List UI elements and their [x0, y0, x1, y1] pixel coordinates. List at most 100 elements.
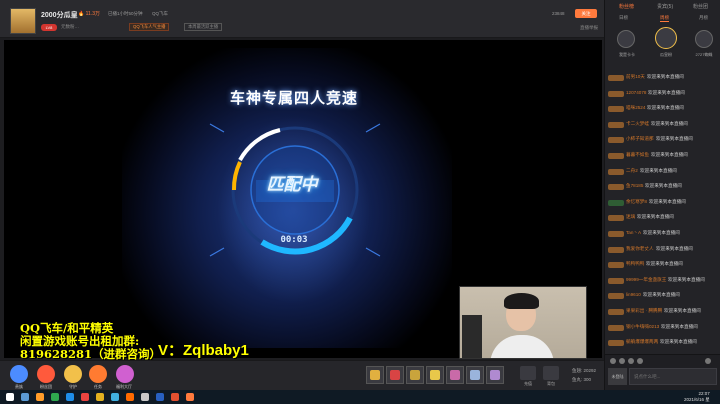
chat-message: 鸭鸭鸭鸭 欢迎来到本直播间	[608, 261, 720, 269]
chat-message: 12074078 欢迎来到本直播间	[608, 90, 720, 98]
chat-message: 余忆寒梦8 欢迎来到本直播间	[608, 199, 720, 207]
report-link[interactable]: 直播举报	[580, 25, 598, 31]
gift-4[interactable]	[426, 366, 444, 384]
chat-text: 欢迎来到本直播间	[645, 183, 682, 189]
chat-username[interactable]: Tan丶A	[626, 230, 641, 236]
gift-5-icon	[450, 370, 460, 380]
tab-fan-rank[interactable]: 粉丝榜	[619, 3, 634, 10]
chat-text: 欢迎来到本直播间	[661, 323, 698, 329]
chat-username[interactable]: 前男10天	[626, 74, 645, 80]
chat-input-bar: 未登陆 说点什么吧...	[605, 354, 720, 390]
chat-message: 果果彩出 · 腾腾腾 欢迎来到本直播间	[608, 308, 720, 316]
fan-tag[interactable]: QQ飞车人气主播	[129, 23, 170, 31]
chat-text: 欢迎来到本直播间	[648, 89, 685, 95]
rank-avatar-3[interactable]	[695, 30, 713, 48]
chat-text: 欢迎来到本直播间	[660, 339, 697, 345]
chat-message: 喵咪2524 欢迎来到本直播间	[608, 105, 720, 113]
taskbar-app-icon[interactable]	[96, 393, 104, 401]
chat-username[interactable]: 二舟2	[626, 168, 638, 174]
welfare-icon[interactable]	[116, 365, 134, 383]
chat-list: 前男10天 欢迎来到本直播间 12074078 欢迎来到本直播间 喵咪2524 欢迎来到本…	[605, 72, 720, 354]
chat-message: 前男10天 欢迎来到本直播间	[608, 74, 720, 82]
recharge-button[interactable]	[520, 366, 536, 380]
gift-5[interactable]	[446, 366, 464, 384]
chat-username[interactable]: 我爱你老丈人	[626, 246, 654, 252]
taskbar-app-icon[interactable]	[156, 393, 164, 401]
rank-avatar-1[interactable]	[655, 27, 677, 49]
chat-username[interactable]: 小柿子知道那	[626, 136, 654, 142]
subtab-day[interactable]: 日榜	[619, 15, 628, 21]
chat-username[interactable]: 鸭鸭鸭鸭	[626, 261, 644, 267]
guard-icon[interactable]	[64, 365, 82, 383]
chat-text: 欢迎来到本直播间	[640, 167, 677, 173]
webcam-overlay	[459, 286, 587, 359]
fan-level-badge	[608, 106, 624, 113]
category-link[interactable]: QQ飞车	[152, 11, 168, 17]
right-sidebar: 粉丝榜 贵宾(5) 粉丝团 日榜 周榜 月榜 我是卡卡 瓜皇粉 2727蜘蛛 前…	[604, 0, 720, 390]
subtab-week[interactable]: 周榜	[660, 15, 669, 22]
gift-7[interactable]	[486, 366, 504, 384]
gift-1[interactable]	[366, 366, 384, 384]
taskbar-app-icon[interactable]	[171, 393, 179, 401]
chat-username[interactable]: 果果彩出 · 腾腾腾	[626, 308, 662, 314]
chat-username[interactable]: 迷璃	[626, 214, 635, 220]
gift-2[interactable]	[386, 366, 404, 384]
taskbar-app-icon[interactable]	[6, 393, 14, 401]
chat-message: 鱼78185 欢迎来到本直播间	[608, 183, 720, 191]
gift-3[interactable]	[406, 366, 424, 384]
backpack-label: 背包	[547, 381, 555, 386]
fan-badge-icon[interactable]	[619, 358, 625, 364]
user-count: 元数粉…	[61, 24, 79, 29]
rank-avatar-2[interactable]	[617, 30, 635, 48]
chat-username[interactable]: 12074078	[626, 90, 646, 95]
taskbar-app-icon[interactable]	[126, 393, 134, 401]
chat-username[interactable]: 卡二火梦蛙	[626, 121, 649, 127]
microphone-icon	[462, 315, 482, 358]
emoji-icon[interactable]	[610, 358, 616, 364]
taskbar-app-icon[interactable]	[36, 393, 44, 401]
chat-username[interactable]: 喵咪2524	[626, 105, 645, 111]
taskbar-app-icon[interactable]	[111, 393, 119, 401]
login-button[interactable]: 未登陆	[608, 368, 627, 385]
chat-username[interactable]: 暮暮不如鱼	[626, 152, 649, 158]
biz-tag[interactable]: 本周最活跃主播	[184, 23, 223, 31]
chat-username[interactable]: 99999一年金盏旗王	[626, 277, 666, 283]
tab-fanclub[interactable]: 粉丝团	[693, 3, 708, 10]
fan-level-badge	[608, 90, 624, 97]
taskbar-app-icon[interactable]	[21, 393, 29, 401]
level-badge: LV8	[41, 24, 57, 31]
chat-text: 欢迎来到本直播间	[646, 261, 683, 267]
chat-input[interactable]: 说点什么吧...	[629, 368, 717, 385]
chat-username[interactable]: 余忆寒梦8	[626, 199, 647, 205]
taskbar-app-icon[interactable]	[186, 393, 194, 401]
chat-text: 欢迎来到本直播间	[664, 308, 701, 313]
gift-shop-icon[interactable]	[628, 358, 634, 364]
cam-hair	[504, 293, 539, 309]
chat-username[interactable]: lin9610	[626, 292, 641, 297]
chat-text: 欢迎来到本直播间	[637, 214, 674, 220]
taskbar-app-icon[interactable]	[66, 393, 74, 401]
noble-icon[interactable]	[10, 365, 28, 383]
backpack-button[interactable]	[543, 366, 559, 380]
streamer-avatar[interactable]	[10, 8, 36, 34]
tab-vip[interactable]: 贵宾(5)	[657, 3, 673, 10]
fanclub-icon[interactable]	[37, 365, 55, 383]
gift-7-icon	[490, 370, 500, 380]
settings-icon[interactable]	[705, 358, 711, 364]
fan-level-badge	[608, 75, 624, 81]
subtab-month[interactable]: 月榜	[699, 15, 708, 21]
gift-6[interactable]	[466, 366, 484, 384]
follow-button[interactable]: 关注	[575, 9, 597, 18]
barrage-icon[interactable]	[637, 358, 643, 364]
taskbar-app-icon[interactable]	[51, 393, 59, 401]
windows-taskbar: 22:07 2021/6/16 星	[0, 390, 720, 404]
chat-username[interactable]: 钢小牛嗨嗨0213	[626, 324, 659, 330]
taskbar-app-icon[interactable]	[141, 393, 149, 401]
fan-level-badge	[608, 215, 624, 222]
chat-text: 欢迎来到本直播间	[643, 230, 680, 235]
chat-message: 二舟2 欢迎来到本直播间	[608, 168, 720, 176]
chat-username[interactable]: 鱼78185	[626, 183, 643, 189]
taskbar-app-icon[interactable]	[81, 393, 89, 401]
task-icon[interactable]	[89, 365, 107, 383]
chat-username[interactable]: 躺躺爆爆爆两两	[626, 339, 658, 345]
